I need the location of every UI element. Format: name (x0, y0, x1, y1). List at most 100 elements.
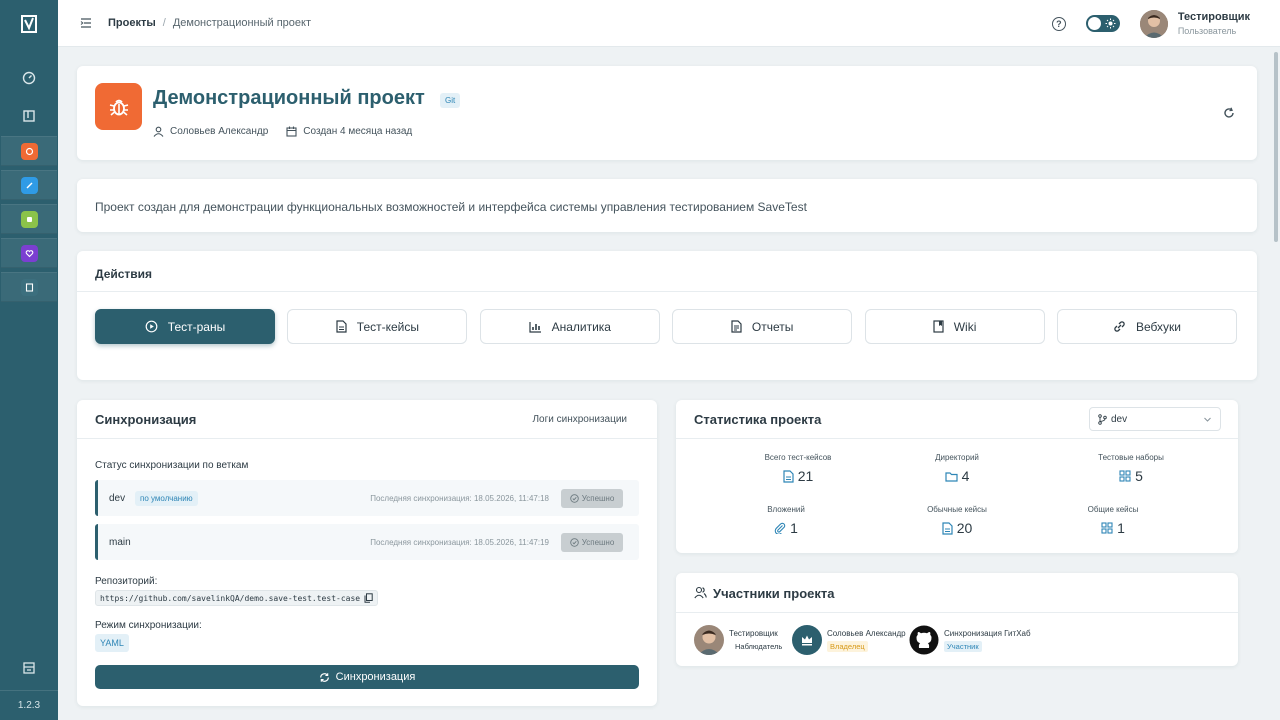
stat-value: 4 (961, 468, 970, 484)
check-circle-icon (569, 538, 579, 547)
sidebar-project-2[interactable] (1, 170, 57, 200)
sidebar-project-5[interactable] (1, 272, 57, 302)
test-runs-label: Тест-раны (167, 319, 226, 334)
test-cases-button[interactable]: Тест-кейсы (287, 309, 468, 344)
bug-icon (20, 142, 38, 160)
stat-label: Вложений (767, 505, 805, 514)
app-version: 1.2.3 (0, 690, 58, 720)
app-logo[interactable] (0, 0, 58, 48)
user-avatar[interactable] (1139, 9, 1168, 38)
user-role: Пользователь (1177, 26, 1237, 36)
link-icon (20, 176, 38, 194)
menu-toggle-icon[interactable] (80, 18, 92, 28)
stat-label: Всего тест-кейсов (764, 453, 832, 462)
stat-label: Обычные кейсы (927, 505, 987, 514)
heart-icon (20, 244, 38, 262)
stat-test-suites: Тестовые наборы 5 (1051, 453, 1211, 484)
github-avatar (909, 625, 939, 655)
git-branch-icon (1098, 413, 1107, 425)
sun-icon (1105, 18, 1116, 29)
stat-value: 1 (1117, 520, 1125, 536)
webhooks-button[interactable]: Вебхуки (1056, 309, 1237, 344)
report-icon (731, 320, 742, 333)
reports-label: Отчеты (751, 319, 794, 334)
sync-logs-link[interactable]: Логи синхронизации (532, 414, 627, 425)
page-scrollbar[interactable] (1274, 52, 1278, 242)
member-name: Соловьев Александр (827, 628, 906, 638)
member-item[interactable]: Тестировщик Наблюдатель (694, 625, 785, 655)
test-runs-button[interactable]: Тест-раны (95, 309, 275, 344)
sync-mode-badge: YAML (95, 634, 129, 652)
sync-title: Синхронизация (95, 412, 197, 427)
board-icon (23, 110, 35, 122)
grid-icon (1119, 470, 1131, 482)
branch-select[interactable]: dev (1089, 407, 1221, 431)
refresh-icon[interactable] (1223, 107, 1235, 119)
check-circle-icon (569, 494, 579, 503)
project-bug-icon (95, 83, 142, 130)
board-button[interactable] (11, 100, 47, 132)
analytics-label: Аналитика (551, 319, 611, 334)
breadcrumb-separator: / (162, 17, 166, 29)
project-stats-card: Статистика проекта dev Всего тест-кейсов… (676, 400, 1238, 553)
owner-avatar (792, 625, 822, 655)
member-item[interactable]: Соловьев Александр Владелец (792, 625, 906, 655)
sync-button-label: Синхронизация (335, 671, 416, 683)
sync-button[interactable]: Синхронизация (95, 665, 639, 689)
sync-mode-label: Режим синхронизации: (95, 620, 202, 631)
breadcrumb-projects-link[interactable]: Проекты (108, 17, 156, 29)
copy-icon[interactable] (364, 593, 373, 603)
calendar-icon (286, 126, 297, 137)
stat-value: 5 (1135, 468, 1143, 484)
sidebar-project-4[interactable] (1, 238, 57, 268)
repo-url: https://github.com/savelinkQA/demo.save-… (95, 590, 379, 606)
page-title: Демонстрационный проект (153, 87, 425, 109)
git-badge: Git (440, 93, 461, 108)
branch-row-main: main Последняя синхронизация: 18.05.2026… (95, 524, 639, 560)
stat-total-cases: Всего тест-кейсов 21 (718, 453, 878, 484)
stat-shared-cases: Общие кейсы 1 (1033, 505, 1193, 536)
grid-icon (1101, 522, 1113, 534)
theme-toggle[interactable] (1085, 15, 1120, 32)
archive-button[interactable] (11, 652, 47, 684)
branch-name: main (109, 537, 131, 548)
checklist-icon (20, 278, 38, 296)
status-text: Успешно (581, 494, 615, 503)
project-created: Создан 4 месяца назад (286, 126, 412, 137)
toggle-knob (1087, 17, 1101, 30)
actions-card: Действия Тест-раны Тест-кейсы Аналитика … (77, 251, 1257, 380)
member-item[interactable]: Синхронизация ГитХаб Участник (909, 625, 1031, 655)
wiki-button[interactable]: Wiki (864, 309, 1045, 344)
dashboard-button[interactable] (11, 62, 47, 94)
breadcrumb-current: Демонстрационный проект (172, 17, 312, 29)
repo-url-text: https://github.com/savelinkQA/demo.save-… (100, 593, 361, 603)
branch-name: dev (109, 493, 126, 504)
stat-directories: Директорий 4 (877, 453, 1037, 484)
users-icon (694, 586, 707, 599)
branch-select-value: dev (1111, 413, 1128, 425)
help-icon[interactable]: ? (1051, 16, 1066, 31)
breadcrumb: Проекты / Демонстрационный проект (80, 17, 311, 29)
webhooks-label: Вебхуки (1135, 319, 1181, 334)
status-badge: Успешно (561, 533, 623, 552)
status-badge: Успешно (561, 489, 623, 508)
folder-icon (944, 471, 958, 482)
last-sync-time: Последняя синхронизация: 18.05.2026, 11:… (370, 494, 549, 503)
stats-title: Статистика проекта (694, 412, 822, 427)
reports-button[interactable]: Отчеты (672, 309, 853, 344)
document-icon (783, 469, 794, 483)
user-icon (153, 126, 164, 137)
book-icon (933, 320, 944, 333)
sidebar-project-demo[interactable] (1, 136, 57, 166)
sidebar-project-3[interactable] (1, 204, 57, 234)
member-name: Тестировщик (729, 628, 778, 638)
project-header-card: Демонстрационный проект Git Соловьев Але… (77, 66, 1257, 160)
logo-icon (21, 15, 37, 33)
document-icon (942, 521, 953, 535)
stat-label: Тестовые наборы (1098, 453, 1164, 462)
bar-chart-icon (528, 321, 541, 333)
stat-value: 20 (956, 520, 973, 536)
stat-regular-cases: Обычные кейсы 20 (877, 505, 1037, 536)
project-description: Проект создан для демонстрации функциона… (95, 200, 807, 214)
analytics-button[interactable]: Аналитика (479, 309, 660, 344)
